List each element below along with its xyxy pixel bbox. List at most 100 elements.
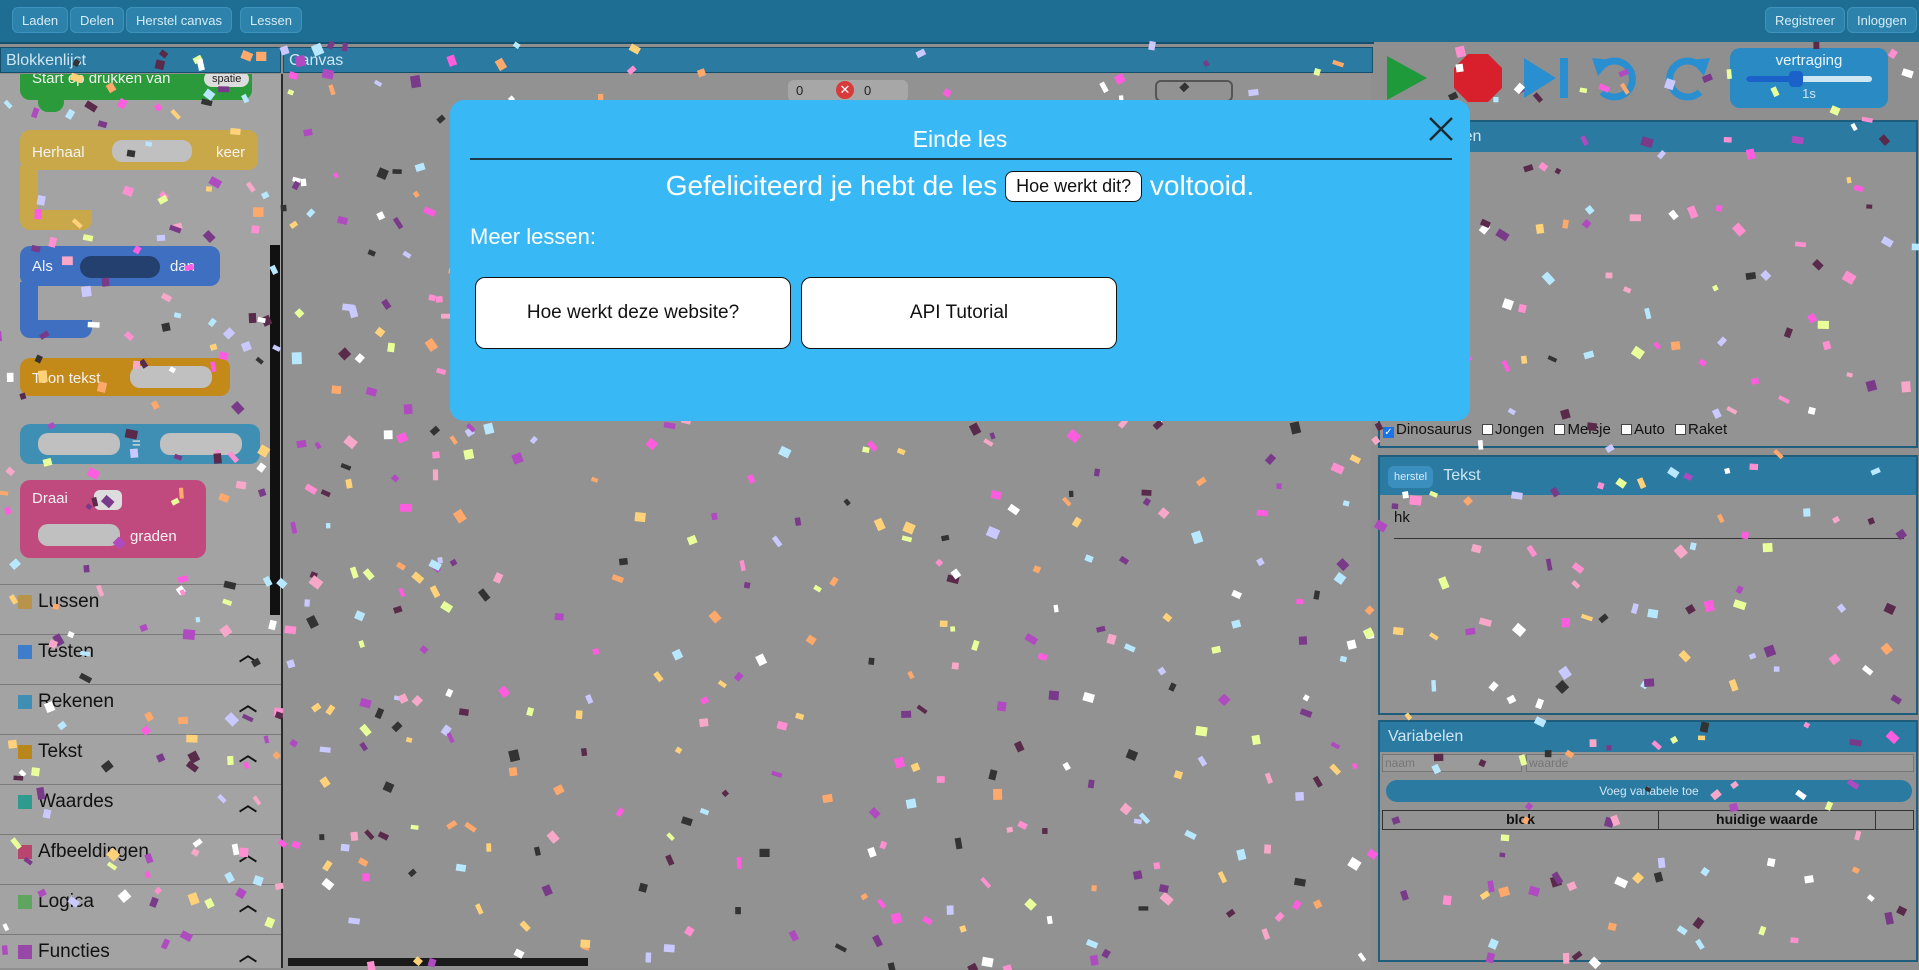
stop-icon[interactable] (1452, 52, 1504, 104)
repeat-count-input[interactable] (112, 140, 192, 162)
assign-operator: = (132, 435, 141, 452)
share-button[interactable]: Delen (70, 7, 124, 33)
congrats-text-before: Gefeliciteerd je hebt de les (665, 170, 998, 201)
category-color-swatch (18, 695, 32, 709)
character-label: Meisje (1567, 421, 1611, 438)
delay-value: 1s (1802, 86, 1816, 101)
repeat-block[interactable]: Herhaal keer (20, 130, 258, 170)
redo-icon[interactable] (1660, 52, 1712, 104)
chevron-up-icon[interactable]: ︿ (239, 741, 257, 767)
start-block-label: Start op drukken van (32, 74, 171, 87)
lesson-button-api-tutorial[interactable]: API Tutorial (801, 277, 1117, 349)
turn-direction-select[interactable]: ⌄ (94, 490, 122, 510)
category-images[interactable]: Afbeeldingen ︿ (0, 834, 281, 882)
chevron-up-icon[interactable]: ︿ (239, 691, 257, 717)
category-logic[interactable]: Logica ︿ (0, 884, 281, 932)
category-label: Waardes (38, 791, 114, 812)
category-label: Lussen (38, 591, 100, 612)
character-option-dinosaurus[interactable]: ✓ Dinosaurus (1383, 421, 1472, 438)
if-block-foot (20, 320, 92, 338)
lessons-button[interactable]: Lessen (240, 7, 302, 33)
register-button[interactable]: Registreer (1765, 7, 1845, 33)
load-button[interactable]: Laden (12, 7, 69, 33)
category-color-swatch (18, 745, 32, 759)
chevron-up-icon[interactable]: ︿ (239, 791, 257, 817)
category-label: Afbeeldingen (38, 841, 149, 862)
character-option-raket[interactable]: Raket (1675, 421, 1727, 438)
start-on-key-block[interactable]: Start op drukken van spatie (20, 74, 252, 100)
character-option-jongen[interactable]: Jongen (1482, 421, 1544, 438)
chevron-up-icon[interactable]: ︿ (239, 641, 257, 667)
close-icon[interactable] (1426, 114, 1456, 144)
checkbox-checked-icon[interactable]: ✓ (1383, 427, 1394, 438)
category-values[interactable]: Waardes ︿ (0, 784, 281, 832)
category-color-swatch (18, 795, 32, 809)
checkbox-icon[interactable] (1482, 424, 1494, 435)
assign-block[interactable]: = (20, 424, 260, 464)
play-icon[interactable] (1383, 52, 1429, 104)
login-button[interactable]: Inloggen (1847, 7, 1917, 33)
category-color-swatch (18, 645, 32, 659)
character-option-auto[interactable]: Auto (1620, 421, 1665, 438)
show-text-label: Toon tekst (32, 370, 101, 387)
character-label: Raket (1688, 421, 1728, 438)
turn-degrees-input[interactable] (38, 524, 120, 546)
congrats-text-after: voltooid. (1149, 170, 1255, 201)
chevron-up-icon[interactable]: ︿ (239, 841, 257, 867)
canvas-scrollbar[interactable] (288, 958, 588, 966)
trash-icon[interactable] (1155, 80, 1233, 102)
lesson-complete-dialog: Einde les Gefeliciteerd je hebt de les H… (450, 100, 1470, 421)
variable-value-input[interactable] (1526, 754, 1914, 772)
key-select[interactable]: spatie (204, 74, 250, 87)
delay-control: vertraging 1s (1730, 48, 1888, 108)
blocklist-scrollbar[interactable] (270, 245, 280, 615)
repeat-suffix: keer (216, 144, 246, 161)
assign-value-input[interactable] (160, 433, 242, 455)
text-section-title: Tekst (1443, 467, 1481, 484)
if-block[interactable]: Als dan (20, 246, 220, 286)
chevron-up-icon[interactable]: ︿ (239, 891, 257, 917)
assign-variable-input[interactable] (38, 433, 120, 455)
category-color-swatch (18, 945, 32, 959)
completed-lesson-name: Hoe werkt dit? (1005, 171, 1143, 202)
delay-slider-thumb[interactable] (1789, 71, 1804, 87)
step-icon[interactable] (1522, 52, 1574, 104)
category-loops[interactable]: Lussen (0, 584, 281, 632)
warning-count: 0 (796, 83, 804, 98)
add-variable-button[interactable]: Voeg variabele toe (1386, 780, 1912, 802)
blocklist-header: Blokkenlijst (0, 47, 281, 73)
text-output: hk (1394, 505, 1904, 539)
variables-table-header: blok huidige waarde (1382, 810, 1914, 830)
character-option-meisje[interactable]: Meisje (1554, 421, 1611, 438)
variable-name-input[interactable] (1382, 754, 1522, 772)
checkbox-icon[interactable] (1620, 424, 1632, 435)
block-list[interactable]: Start op drukken van spatie Herhaal keer… (0, 74, 283, 968)
undo-icon[interactable] (1590, 52, 1642, 104)
turn-block[interactable]: Draai ⌄ graden (20, 480, 206, 558)
text-reset-button[interactable]: herstel (1388, 466, 1434, 488)
checkbox-icon[interactable] (1554, 424, 1566, 435)
category-text[interactable]: Tekst ︿ (0, 734, 281, 782)
if-label: Als (32, 258, 53, 275)
category-label: Tekst (38, 741, 83, 762)
category-color-swatch (18, 595, 32, 609)
column-header-value: huidige waarde (1659, 811, 1876, 829)
category-tests[interactable]: Testen ︿ (0, 634, 281, 682)
delay-label: vertraging (1775, 52, 1843, 69)
delay-slider-track[interactable] (1746, 71, 1872, 87)
category-math[interactable]: Rekenen ︿ (0, 684, 281, 732)
checkbox-icon[interactable] (1675, 424, 1686, 435)
lesson-button-how-website-works[interactable]: Hoe werkt deze website? (475, 277, 791, 349)
reset-canvas-button[interactable]: Herstel canvas (126, 7, 232, 33)
show-text-input[interactable] (130, 366, 212, 388)
character-label: Jongen (1495, 421, 1545, 438)
if-suffix: dan (170, 258, 196, 275)
if-condition-slot[interactable] (80, 256, 160, 278)
chevron-up-icon[interactable]: ︿ (239, 941, 257, 967)
character-label: Auto (1633, 421, 1665, 438)
category-label: Logica (38, 891, 94, 912)
dialog-divider (470, 158, 1452, 160)
category-functions[interactable]: Functies ︿ (0, 934, 281, 968)
show-text-block[interactable]: Toon tekst (20, 358, 230, 396)
canvas-badges: 0 ✕ 0 (788, 80, 908, 102)
